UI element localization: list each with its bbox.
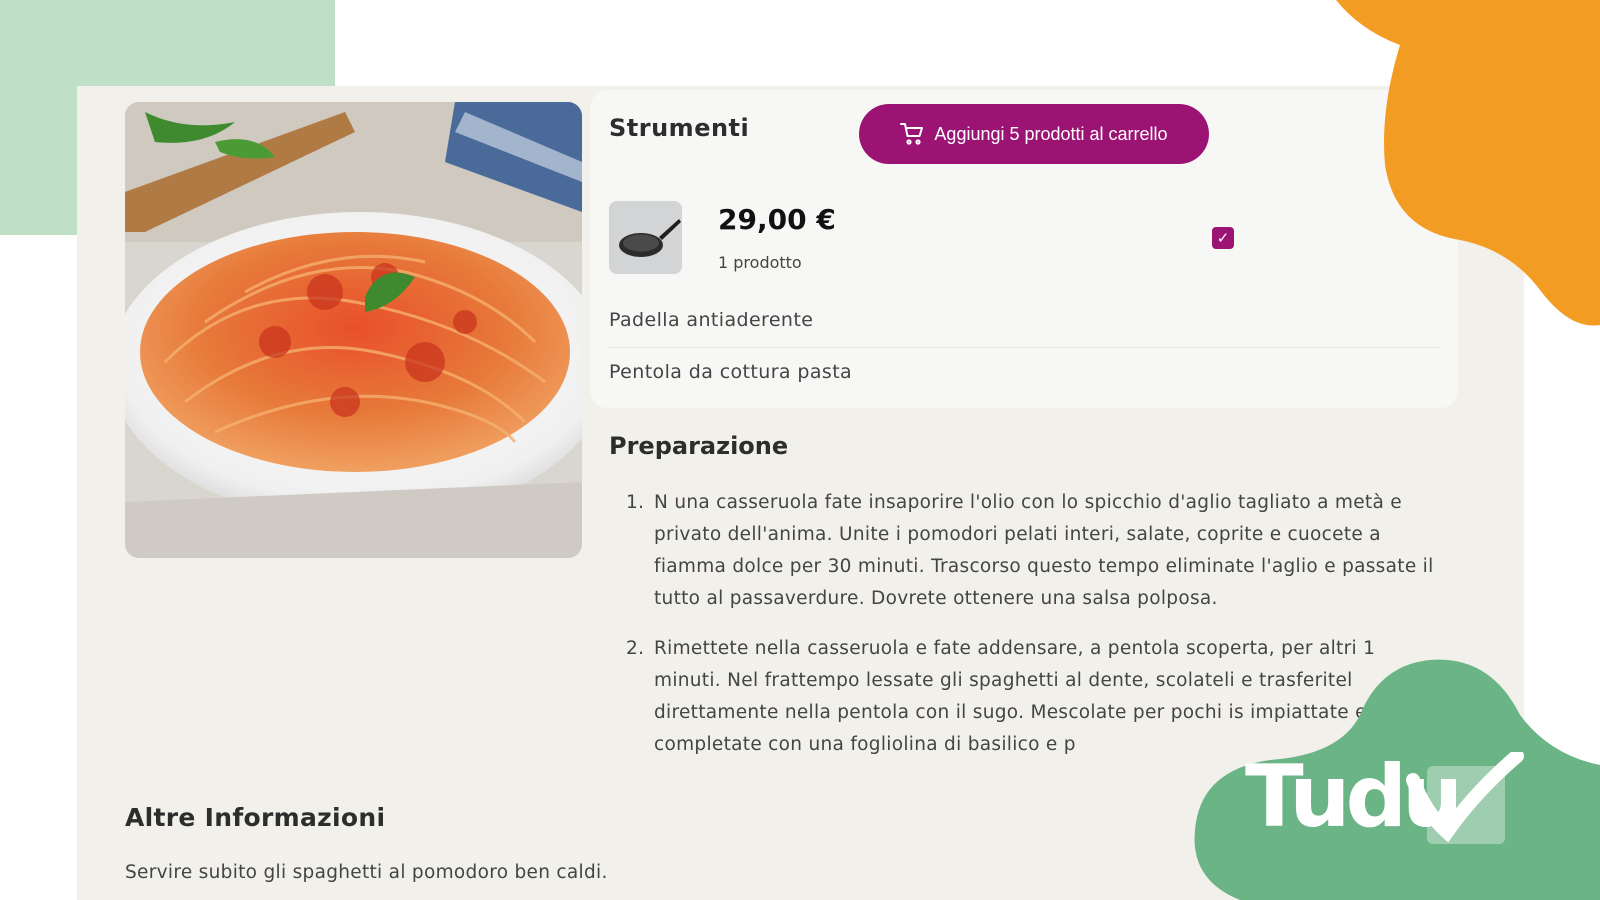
preparation-title: Preparazione [609,432,789,460]
recipe-image [125,102,582,558]
other-info-text: Servire subito gli spaghetti al pomodoro… [125,862,608,883]
decorative-blob-orange [1336,0,1600,326]
add-to-cart-label: Aggiungi 5 prodotti al carrello [934,123,1168,144]
tools-title: Strumenti [609,114,750,142]
preparation-step: 1. N una casseruola fate insaporire l'ol… [626,487,1446,615]
product-checkbox[interactable]: ✓ [1212,227,1234,249]
logo-check-icon [1406,752,1524,843]
step-number: 2. [626,638,645,659]
product-quantity: 1 prodotto [718,253,802,272]
step-text: N una casseruola fate insaporire l'olio … [654,492,1434,609]
product-price: 29,00 € [718,203,836,236]
check-icon: ✓ [1216,229,1230,247]
tool-item: Pentola da cottura pasta [609,361,853,383]
cart-icon [900,123,924,145]
frying-pan-icon[interactable] [609,201,682,274]
other-info-title: Altre Informazioni [125,803,386,832]
step-number: 1. [626,492,645,513]
add-to-cart-button[interactable]: Aggiungi 5 prodotti al carrello [859,104,1209,164]
tuduu-logo: Tudu [1245,752,1524,847]
